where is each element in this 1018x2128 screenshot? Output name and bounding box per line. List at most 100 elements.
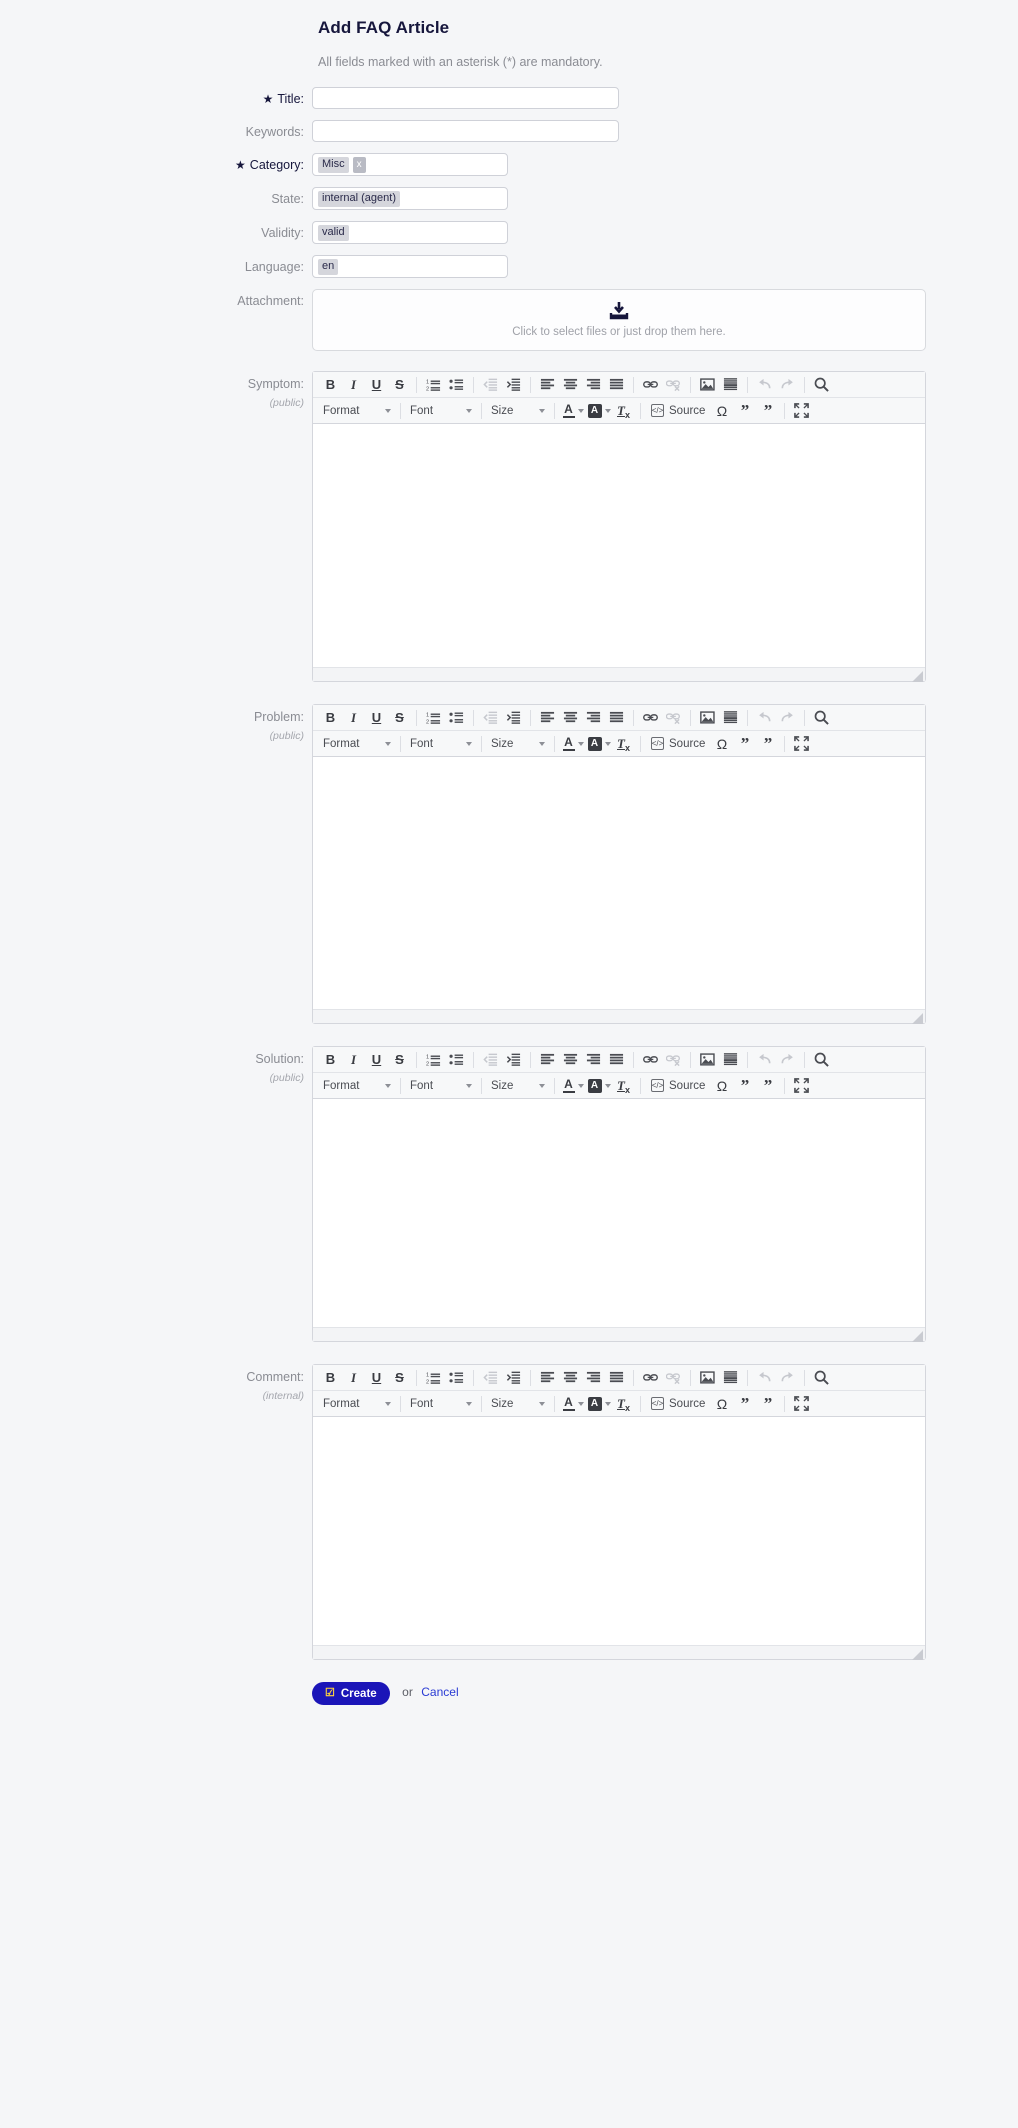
- bulleted-list-icon[interactable]: [445, 374, 468, 396]
- horizontal-rule-icon[interactable]: [719, 1367, 742, 1389]
- maximize-icon[interactable]: [790, 1075, 813, 1097]
- special-character-icon[interactable]: Ω: [710, 733, 733, 755]
- special-character-icon[interactable]: Ω: [710, 1075, 733, 1097]
- find-icon[interactable]: [810, 374, 833, 396]
- source-button[interactable]: </> Source: [646, 733, 710, 755]
- resize-handle[interactable]: [912, 1329, 923, 1342]
- align-center-icon[interactable]: [559, 707, 582, 729]
- numbered-list-icon[interactable]: 12: [422, 1049, 445, 1071]
- align-justify-icon[interactable]: [605, 1367, 628, 1389]
- numbered-list-icon[interactable]: 12: [422, 374, 445, 396]
- link-icon[interactable]: [639, 1367, 662, 1389]
- font-dropdown[interactable]: Font: [406, 1075, 476, 1097]
- align-center-icon[interactable]: [559, 1367, 582, 1389]
- maximize-icon[interactable]: [790, 1393, 813, 1415]
- increase-indent-icon[interactable]: [502, 374, 525, 396]
- bold-icon[interactable]: B: [319, 707, 342, 729]
- format-dropdown[interactable]: Format: [319, 400, 395, 422]
- italic-icon[interactable]: I: [342, 374, 365, 396]
- source-button[interactable]: </> Source: [646, 1075, 710, 1097]
- strikethrough-icon[interactable]: S: [388, 374, 411, 396]
- image-icon[interactable]: [696, 1049, 719, 1071]
- editor-content-area[interactable]: [313, 757, 925, 1009]
- remove-format-icon[interactable]: Tx: [612, 400, 635, 422]
- resize-handle[interactable]: [912, 1011, 923, 1024]
- create-button[interactable]: ☑ Create: [312, 1682, 390, 1705]
- blockquote-increase-icon[interactable]: ”: [733, 733, 756, 755]
- align-left-icon[interactable]: [536, 1367, 559, 1389]
- bold-icon[interactable]: B: [319, 1367, 342, 1389]
- italic-icon[interactable]: I: [342, 707, 365, 729]
- format-dropdown[interactable]: Format: [319, 1393, 395, 1415]
- blockquote-decrease-icon[interactable]: ”: [756, 1393, 779, 1415]
- blockquote-increase-icon[interactable]: ”: [733, 400, 756, 422]
- background-color-icon[interactable]: A: [586, 1393, 612, 1415]
- bulleted-list-icon[interactable]: [445, 707, 468, 729]
- editor-content-area[interactable]: [313, 1099, 925, 1327]
- find-icon[interactable]: [810, 1367, 833, 1389]
- align-center-icon[interactable]: [559, 374, 582, 396]
- align-right-icon[interactable]: [582, 1367, 605, 1389]
- increase-indent-icon[interactable]: [502, 1049, 525, 1071]
- align-left-icon[interactable]: [536, 1049, 559, 1071]
- blockquote-decrease-icon[interactable]: ”: [756, 733, 779, 755]
- align-right-icon[interactable]: [582, 1049, 605, 1071]
- horizontal-rule-icon[interactable]: [719, 707, 742, 729]
- increase-indent-icon[interactable]: [502, 707, 525, 729]
- link-icon[interactable]: [639, 707, 662, 729]
- align-right-icon[interactable]: [582, 707, 605, 729]
- editor-content-area[interactable]: [313, 424, 925, 667]
- italic-icon[interactable]: I: [342, 1049, 365, 1071]
- maximize-icon[interactable]: [790, 733, 813, 755]
- special-character-icon[interactable]: Ω: [710, 400, 733, 422]
- validity-select[interactable]: valid: [312, 221, 508, 244]
- format-dropdown[interactable]: Format: [319, 733, 395, 755]
- background-color-icon[interactable]: A: [586, 1075, 612, 1097]
- align-left-icon[interactable]: [536, 707, 559, 729]
- special-character-icon[interactable]: Ω: [710, 1393, 733, 1415]
- font-dropdown[interactable]: Font: [406, 733, 476, 755]
- align-justify-icon[interactable]: [605, 374, 628, 396]
- horizontal-rule-icon[interactable]: [719, 1049, 742, 1071]
- size-dropdown[interactable]: Size: [487, 1393, 549, 1415]
- title-input[interactable]: [312, 87, 619, 109]
- image-icon[interactable]: [696, 374, 719, 396]
- strikethrough-icon[interactable]: S: [388, 1049, 411, 1071]
- increase-indent-icon[interactable]: [502, 1367, 525, 1389]
- format-dropdown[interactable]: Format: [319, 1075, 395, 1097]
- remove-format-icon[interactable]: Tx: [612, 1075, 635, 1097]
- category-remove-icon[interactable]: x: [352, 157, 366, 173]
- align-justify-icon[interactable]: [605, 707, 628, 729]
- link-icon[interactable]: [639, 1049, 662, 1071]
- remove-format-icon[interactable]: Tx: [612, 733, 635, 755]
- underline-icon[interactable]: U: [365, 374, 388, 396]
- bold-icon[interactable]: B: [319, 1049, 342, 1071]
- resize-handle[interactable]: [912, 669, 923, 682]
- bold-icon[interactable]: B: [319, 374, 342, 396]
- strikethrough-icon[interactable]: S: [388, 707, 411, 729]
- blockquote-decrease-icon[interactable]: ”: [756, 400, 779, 422]
- align-justify-icon[interactable]: [605, 1049, 628, 1071]
- blockquote-decrease-icon[interactable]: ”: [756, 1075, 779, 1097]
- bulleted-list-icon[interactable]: [445, 1049, 468, 1071]
- source-button[interactable]: </> Source: [646, 1393, 710, 1415]
- text-color-icon[interactable]: A: [560, 1075, 586, 1097]
- image-icon[interactable]: [696, 1367, 719, 1389]
- numbered-list-icon[interactable]: 12: [422, 707, 445, 729]
- align-center-icon[interactable]: [559, 1049, 582, 1071]
- horizontal-rule-icon[interactable]: [719, 374, 742, 396]
- source-button[interactable]: </> Source: [646, 400, 710, 422]
- background-color-icon[interactable]: A: [586, 733, 612, 755]
- text-color-icon[interactable]: A: [560, 1393, 586, 1415]
- language-select[interactable]: en: [312, 255, 508, 278]
- font-dropdown[interactable]: Font: [406, 1393, 476, 1415]
- underline-icon[interactable]: U: [365, 1049, 388, 1071]
- strikethrough-icon[interactable]: S: [388, 1367, 411, 1389]
- text-color-icon[interactable]: A: [560, 733, 586, 755]
- size-dropdown[interactable]: Size: [487, 400, 549, 422]
- text-color-icon[interactable]: A: [560, 400, 586, 422]
- link-icon[interactable]: [639, 374, 662, 396]
- blockquote-increase-icon[interactable]: ”: [733, 1393, 756, 1415]
- maximize-icon[interactable]: [790, 400, 813, 422]
- align-left-icon[interactable]: [536, 374, 559, 396]
